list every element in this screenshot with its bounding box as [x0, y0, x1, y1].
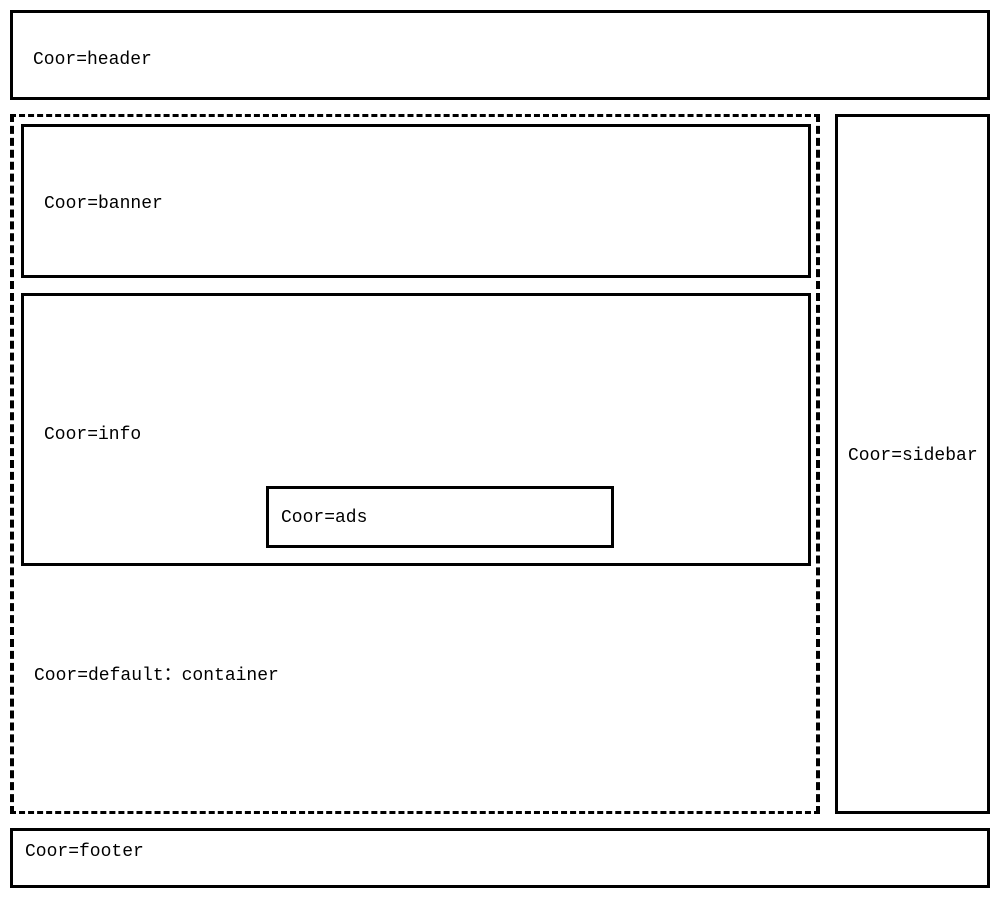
banner-region: Coor=banner	[21, 124, 811, 278]
footer-label: Coor=footer	[25, 843, 144, 861]
container-label: Coor=default：container	[34, 667, 279, 685]
sidebar-label: Coor=sidebar	[848, 447, 978, 465]
footer-region: Coor=footer	[10, 828, 990, 888]
sidebar-region: Coor=sidebar	[835, 114, 990, 814]
ads-label: Coor=ads	[281, 509, 367, 527]
banner-label: Coor=banner	[44, 195, 163, 213]
layout-diagram: Coor=header Coor=default：container Coor=…	[0, 0, 1000, 918]
info-label: Coor=info	[44, 426, 141, 444]
header-region: Coor=header	[10, 10, 990, 100]
header-label: Coor=header	[33, 51, 152, 69]
ads-region: Coor=ads	[266, 486, 614, 548]
